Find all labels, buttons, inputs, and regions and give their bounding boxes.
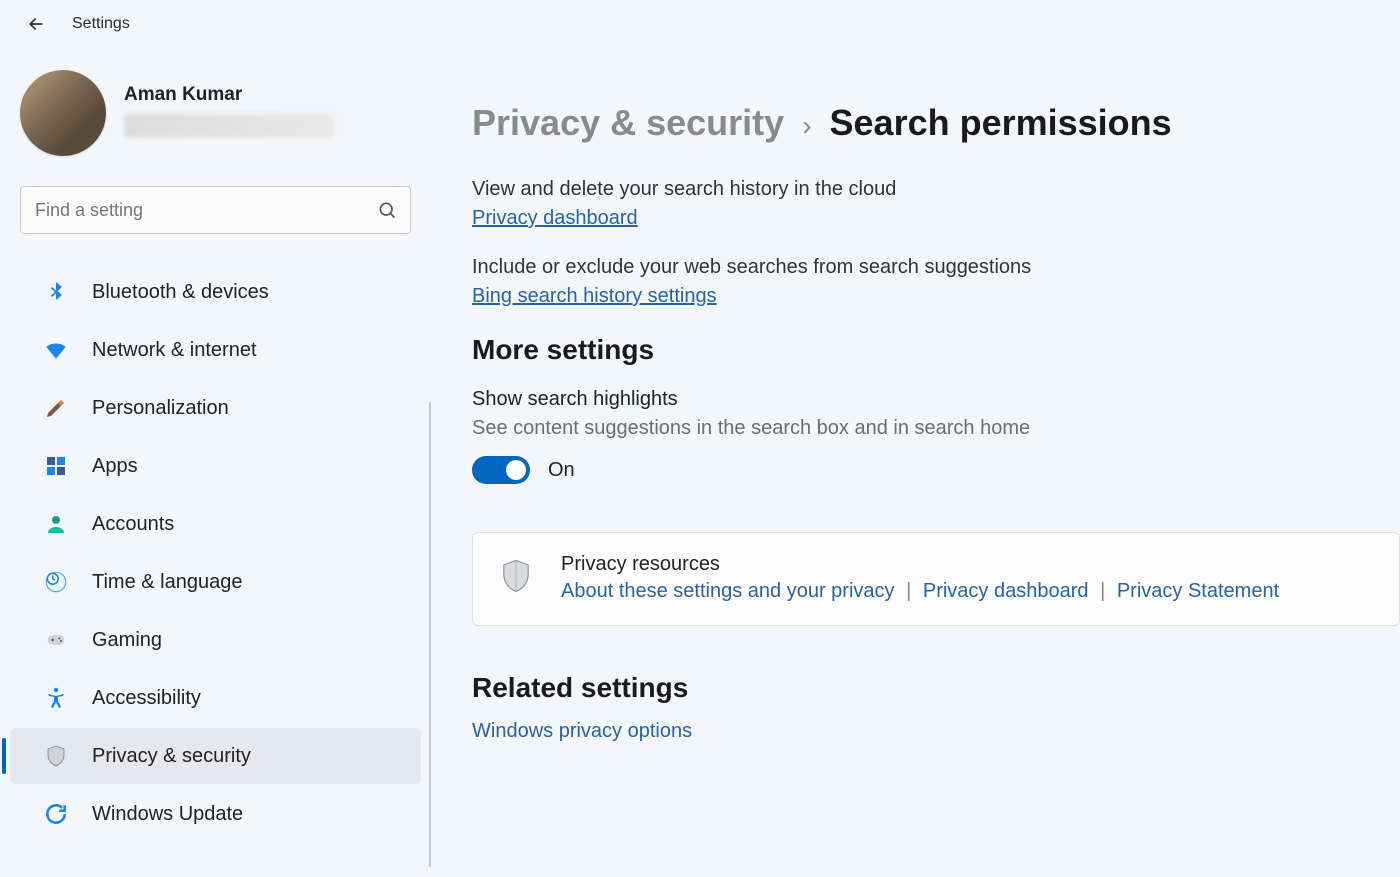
profile-block[interactable]: Aman Kumar [0, 70, 431, 186]
sidebar-item-label: Apps [92, 455, 138, 478]
sidebar-item-label: Privacy & security [92, 745, 251, 768]
highlights-subtext: See content suggestions in the search bo… [472, 417, 1400, 440]
bluetooth-icon [42, 278, 70, 306]
apps-icon [42, 452, 70, 480]
sidebar-item-windows-update[interactable]: Windows Update [10, 786, 421, 842]
profile-name: Aman Kumar [124, 84, 334, 106]
sidebar-item-apps[interactable]: Apps [10, 438, 421, 494]
sidebar-item-network[interactable]: Network & internet [10, 322, 421, 378]
sidebar-item-gaming[interactable]: Gaming [10, 612, 421, 668]
sidebar-item-label: Network & internet [92, 339, 257, 362]
sidebar-item-accessibility[interactable]: Accessibility [10, 670, 421, 726]
cloud-history-text: View and delete your search history in t… [472, 178, 1372, 201]
sidebar-item-privacy-security[interactable]: Privacy & security [10, 728, 421, 784]
sidebar-item-accounts[interactable]: Accounts [10, 496, 421, 552]
sidebar-item-label: Time & language [92, 571, 242, 594]
wifi-icon [42, 336, 70, 364]
page-title: Search permissions [830, 102, 1172, 144]
brush-icon [42, 394, 70, 422]
sidebar-item-personalization[interactable]: Personalization [10, 380, 421, 436]
breadcrumb-parent[interactable]: Privacy & security [472, 102, 784, 144]
windows-privacy-options-link[interactable]: Windows privacy options [472, 720, 1400, 743]
related-settings-heading: Related settings [472, 672, 1400, 704]
search-input[interactable] [20, 186, 411, 234]
highlights-title: Show search highlights [472, 388, 1372, 411]
back-button[interactable] [24, 12, 48, 36]
sidebar: Aman Kumar Bluetooth & devices Network &… [0, 42, 432, 877]
about-settings-privacy-link[interactable]: About these settings and your privacy [561, 580, 895, 602]
chevron-right-icon: › [802, 110, 811, 142]
gamepad-icon [42, 626, 70, 654]
breadcrumb: Privacy & security › Search permissions [472, 102, 1400, 144]
clock-globe-icon [42, 568, 70, 596]
privacy-dashboard-link[interactable]: Privacy dashboard [472, 207, 638, 230]
highlights-toggle[interactable] [472, 456, 530, 484]
sidebar-item-label: Bluetooth & devices [92, 281, 269, 304]
app-title: Settings [72, 15, 130, 33]
privacy-resources-card: Privacy resources About these settings a… [472, 532, 1400, 626]
sidebar-item-label: Accessibility [92, 687, 201, 710]
bing-settings-text: Include or exclude your web searches fro… [472, 256, 1372, 279]
search-wrap [20, 186, 411, 234]
bing-history-link[interactable]: Bing search history settings [472, 285, 717, 308]
profile-email-blurred [124, 114, 334, 138]
accessibility-icon [42, 684, 70, 712]
arrow-left-icon [26, 14, 46, 34]
shield-icon [42, 742, 70, 770]
privacy-statement-link[interactable]: Privacy Statement [1117, 580, 1279, 602]
nav-list: Bluetooth & devices Network & internet P… [0, 262, 431, 844]
titlebar: Settings [0, 0, 1400, 42]
person-icon [42, 510, 70, 538]
privacy-resources-links: About these settings and your privacy | … [561, 580, 1279, 603]
sidebar-item-label: Personalization [92, 397, 229, 420]
sidebar-item-time-language[interactable]: Time & language [10, 554, 421, 610]
toggle-state-label: On [548, 459, 575, 482]
sidebar-item-label: Windows Update [92, 803, 243, 826]
shield-icon [499, 559, 533, 597]
main-content: Privacy & security › Search permissions … [432, 42, 1400, 877]
sidebar-item-label: Gaming [92, 629, 162, 652]
avatar [20, 70, 106, 156]
sidebar-item-bluetooth[interactable]: Bluetooth & devices [10, 264, 421, 320]
search-icon [377, 200, 397, 220]
privacy-resources-title: Privacy resources [561, 553, 1279, 576]
update-icon [42, 800, 70, 828]
privacy-dashboard-link-2[interactable]: Privacy dashboard [923, 580, 1089, 602]
sidebar-item-label: Accounts [92, 513, 174, 536]
more-settings-heading: More settings [472, 334, 1400, 366]
